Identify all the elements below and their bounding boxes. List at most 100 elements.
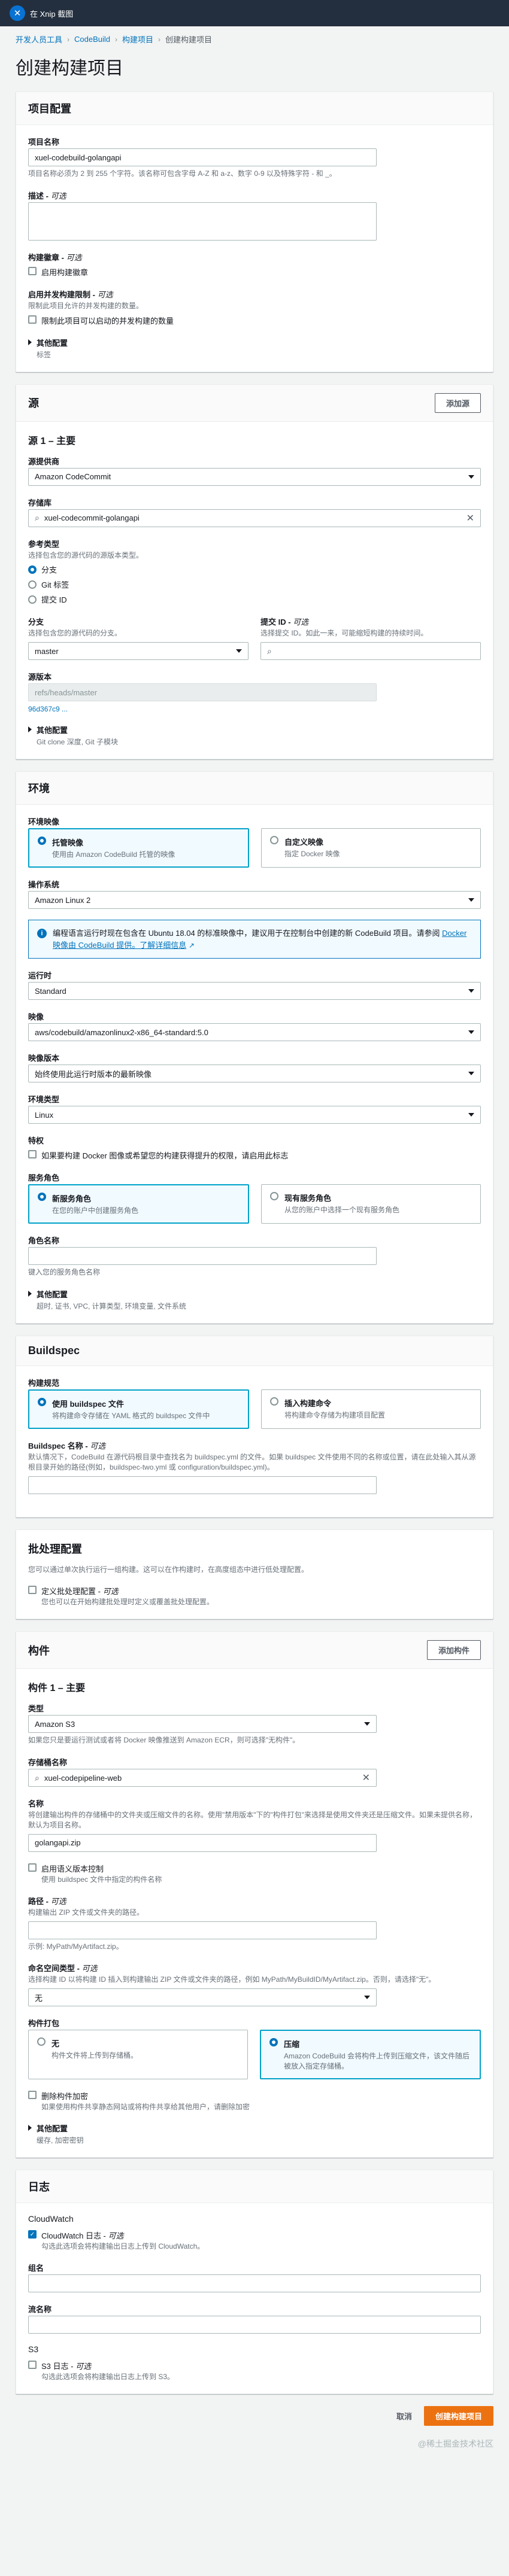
checkbox-checked[interactable]: ✓ (28, 2230, 37, 2239)
branch-desc: 选择包含您的源代码的分支。 (28, 629, 122, 638)
commit-version-link[interactable]: 96d367c9 ... (28, 705, 481, 713)
commit-id-input[interactable]: ⌕ (260, 642, 481, 661)
description-textarea[interactable] (28, 202, 377, 241)
group-name-input[interactable] (28, 2274, 481, 2293)
info-icon: i (37, 929, 47, 939)
concurrency-desc: 限制此项目允许的并发构建的数量。 (28, 301, 144, 310)
artifact-type-label: 类型 (28, 1704, 44, 1714)
checkbox[interactable] (28, 2091, 37, 2100)
use-buildspec-file-tile[interactable]: 使用 buildspec 文件 将构建命令存储在 YAML 格式的 buildsp… (28, 1389, 249, 1429)
managed-image-tile[interactable]: 托管映像 使用由 Amazon CodeBuild 托管的映像 (28, 828, 249, 868)
existing-service-role-tile[interactable]: 现有服务角色 从您的账户中选择一个现有服务角色 (261, 1184, 481, 1224)
clear-icon[interactable]: ✕ (362, 1772, 370, 1784)
add-source-button[interactable]: 添加源 (434, 393, 481, 413)
runtime-select[interactable]: Standard (28, 982, 481, 1000)
commit-id-desc: 选择提交 ID。如此一来，可能缩短构建的持续时间。 (260, 629, 428, 638)
role-name-input[interactable] (28, 1247, 377, 1266)
build-spec-label: 构建规范 (28, 1378, 60, 1388)
logs-header: 日志 (28, 2181, 50, 2194)
branch-select[interactable]: master (28, 642, 249, 661)
create-project-button[interactable]: 创建构建项目 (423, 2406, 493, 2426)
ref-type-commit-radio[interactable]: 提交 ID (28, 594, 481, 605)
custom-image-tile[interactable]: 自定义映像 指定 Docker 映像 (261, 828, 481, 868)
topbar-title: 在 Xnip 截图 (30, 9, 74, 19)
env-other-config-expander[interactable]: 其他配置 超时, 证书, VPC, 计算类型, 环境变量, 文件系统 (28, 1288, 481, 1311)
source-version-label: 源版本 (28, 673, 52, 682)
checkbox[interactable] (28, 266, 37, 275)
batch-config-checkbox[interactable]: 定义批处理配置 - 可选 您也可以在开始构建批处理时定义或覆盖批处理配置。 (28, 1585, 481, 1607)
image-version-select[interactable]: 始终使用此运行时版本的最新映像 (28, 1065, 481, 1083)
s3-title: S3 (28, 2344, 39, 2355)
image-select[interactable]: aws/codebuild/amazonlinux2-x86_64-standa… (28, 1023, 481, 1042)
artifact-type-select[interactable]: Amazon S3 (28, 1715, 377, 1733)
caret-down-icon (468, 1113, 474, 1117)
caret-down-icon (468, 1030, 474, 1035)
artifact-type-hint: 如果您只是要运行测试或者将 Docker 映像推送到 Amazon ECR，则可… (28, 1736, 300, 1745)
remove-encryption-checkbox[interactable]: 删除构件加密 如果使用构件共享静态网站或将构件共享给其他用户，请删除加密 (28, 2090, 481, 2112)
bucket-name-input[interactable]: ⌕ xuel-codepipeline-web ✕ (28, 1769, 377, 1787)
description-label: 描述 - 可选 (28, 191, 66, 200)
checkbox[interactable] (28, 2361, 37, 2370)
caret-down-icon (468, 1072, 474, 1076)
cloudwatch-title: CloudWatch (28, 2214, 74, 2224)
buildspec-panel: Buildspec 构建规范 使用 buildspec 文件 将构建命令存储在 Y… (16, 1335, 493, 1517)
cloudwatch-logs-checkbox[interactable]: ✓ CloudWatch 日志 - 可选 勾选此选项会将构建输出日志上传到 Cl… (28, 2230, 481, 2251)
project-name-input[interactable]: xuel-codebuild-golangapi (28, 148, 377, 166)
stream-name-input[interactable] (28, 2316, 481, 2334)
buildspec-name-input[interactable] (28, 1476, 377, 1494)
clear-icon[interactable]: ✕ (466, 512, 474, 524)
breadcrumb-dev-tools[interactable]: 开发人员工具 (16, 34, 62, 45)
artifact-name-input[interactable]: golangapi.zip (28, 1833, 377, 1852)
ref-type-tag-radio[interactable]: Git 标签 (28, 579, 481, 590)
project-name-hint: 项目名称必须为 2 到 255 个字符。该名称可包含字母 A-Z 和 a-z、数… (28, 169, 337, 178)
env-type-select[interactable]: Linux (28, 1106, 481, 1124)
caret-right-icon (28, 726, 32, 733)
image-version-label: 映像版本 (28, 1054, 60, 1063)
artifact-name-desc: 将创建输出构件的存储桶中的文件夹或压缩文件的名称。使用"禁用版本"下的"构件打包… (28, 1811, 477, 1829)
env-type-label: 环境类型 (28, 1095, 60, 1105)
source-other-config-expander[interactable]: 其他配置 Git clone 深度, Git 子模块 (28, 724, 481, 747)
source-provider-select[interactable]: Amazon CodeCommit (28, 467, 481, 486)
caret-right-icon (28, 2125, 32, 2131)
privileged-checkbox[interactable]: 如果要构建 Docker 图像或希望您的构建获得提升的权限，请启用此标志 (28, 1149, 481, 1161)
add-artifact-button[interactable]: 添加构件 (426, 1640, 481, 1660)
service-role-label: 服务角色 (28, 1173, 60, 1183)
branch-label: 分支 (28, 618, 44, 627)
checkbox[interactable] (28, 1150, 37, 1159)
s3-logs-checkbox[interactable]: S3 日志 - 可选 勾选此选项会将构建输出日志上传到 S3。 (28, 2360, 481, 2382)
source-header: 源 (28, 397, 39, 410)
project-other-config-expander[interactable]: 其他配置 标签 (28, 337, 481, 360)
semantic-versioning-checkbox[interactable]: 启用语义版本控制 使用 buildspec 文件中指定的构件名称 (28, 1863, 481, 1884)
new-service-role-tile[interactable]: 新服务角色 在您的账户中创建服务角色 (28, 1184, 249, 1224)
ref-type-desc: 选择包含您的源代码的源版本类型。 (28, 551, 144, 559)
project-name-label: 项目名称 (28, 138, 60, 147)
packaging-zip-tile[interactable]: 压缩 Amazon CodeBuild 会将构件上传到压缩文件，该文件随后被放入指… (260, 2030, 481, 2080)
os-select[interactable]: Amazon Linux 2 (28, 891, 481, 910)
cancel-button[interactable]: 取消 (390, 2406, 418, 2426)
checkbox[interactable] (28, 1586, 37, 1595)
external-link-icon: ↗ (188, 941, 195, 950)
breadcrumb-codebuild[interactable]: CodeBuild (74, 35, 110, 44)
badge-checkbox[interactable]: 启用构建徽章 (28, 266, 481, 278)
os-label: 操作系统 (28, 880, 60, 890)
packaging-none-tile[interactable]: 无构件文件将上传到存储桶。 (28, 2030, 248, 2080)
checkbox[interactable] (28, 315, 37, 324)
source-1-title: 源 1 – 主要 (28, 436, 76, 446)
namespace-type-select[interactable]: 无 (28, 1988, 377, 2007)
concurrency-checkbox[interactable]: 限制此项目可以启动的并发构建的数量 (28, 315, 481, 326)
batch-config-desc: 您可以通过单次执行运行一组构建。这可以在作构建时，在高度组态中进行低处理配置。 (28, 1565, 309, 1574)
env-image-label: 环境映像 (28, 817, 60, 827)
badge-label: 构建徽章 - 可选 (28, 253, 82, 262)
breadcrumb-projects[interactable]: 构建项目 (122, 34, 153, 45)
path-input[interactable] (28, 1921, 377, 1939)
checkbox[interactable] (28, 1863, 37, 1872)
insert-build-commands-tile[interactable]: 插入构建命令 将构建命令存储为构建项目配置 (261, 1389, 481, 1429)
role-name-label: 角色名称 (28, 1236, 60, 1246)
search-icon: ⌕ (35, 513, 40, 523)
artifacts-other-config-expander[interactable]: 其他配置 缓存, 加密密钥 (28, 2122, 481, 2145)
repository-input[interactable]: ⌕ xuel-codecommit-golangapi ✕ (28, 509, 481, 527)
footer-actions: 取消 创建构建项目 (16, 2406, 493, 2438)
xnip-logo-icon: ✕ (10, 5, 25, 21)
ref-type-branch-radio[interactable]: 分支 (28, 564, 481, 575)
artifact-packaging-label: 构件打包 (28, 2019, 60, 2028)
